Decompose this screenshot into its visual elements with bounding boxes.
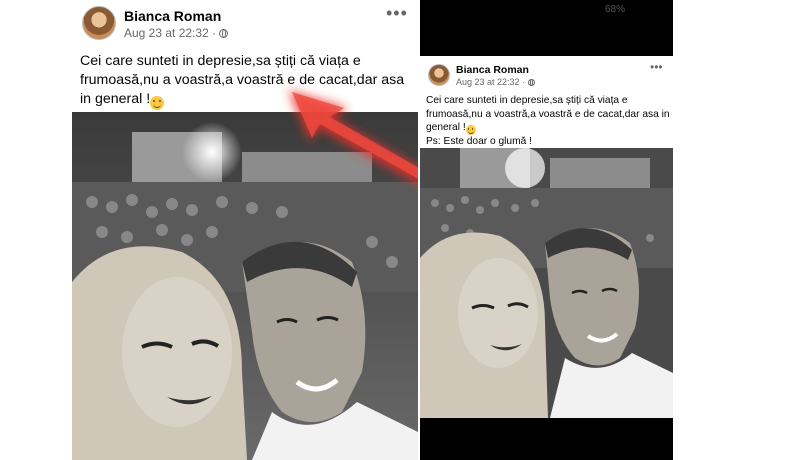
post-ps: Ps: Este doar o glumă ! (426, 136, 532, 147)
author-name[interactable]: Bianca Roman (456, 64, 529, 76)
post-text: Cei care sunteti in depresie,sa știți că… (426, 94, 670, 149)
post-card: Bianca Roman Aug 23 at 22:32 · ••• Cei c… (420, 56, 673, 418)
post-photo[interactable] (420, 148, 673, 418)
post-body: Cei care sunteti in depresie,sa știți că… (426, 95, 670, 133)
more-options-icon[interactable]: ••• (650, 60, 663, 74)
post-timestamp[interactable]: Aug 23 at 22:32 (124, 26, 209, 40)
post-meta: Aug 23 at 22:32 · (124, 26, 229, 40)
photo-image (420, 148, 673, 418)
globe-icon (219, 29, 229, 38)
meta-separator: · (522, 77, 526, 87)
post-timestamp[interactable]: Aug 23 at 22:32 (456, 77, 520, 87)
post-text: Cei care sunteti in depresie,sa știți că… (80, 52, 412, 110)
right-screenshot: 68% Bianca Roman Aug 23 at 22:32 · ••• C… (420, 0, 673, 460)
left-screenshot: Bianca Roman Aug 23 at 22:32 · ••• Cei c… (68, 0, 418, 460)
avatar[interactable] (428, 64, 450, 86)
photo-image (72, 112, 418, 460)
author-name[interactable]: Bianca Roman (124, 8, 221, 24)
more-options-icon[interactable]: ••• (386, 4, 408, 22)
avatar[interactable] (82, 6, 116, 40)
smiley-emoji: :) (465, 125, 476, 135)
battery-indicator: 68% (605, 4, 626, 15)
post-header: Bianca Roman Aug 23 at 22:32 · ••• (68, 0, 418, 46)
post-meta: Aug 23 at 22:32 · (456, 77, 535, 87)
meta-separator: · (212, 26, 217, 40)
status-bar: 68% (420, 0, 673, 56)
post-photo[interactable] (72, 112, 418, 460)
globe-icon (527, 79, 535, 86)
post-body: Cei care sunteti in depresie,sa știți că… (80, 53, 405, 107)
smiley-emoji: :) (150, 96, 165, 110)
bottom-bar (420, 420, 673, 460)
